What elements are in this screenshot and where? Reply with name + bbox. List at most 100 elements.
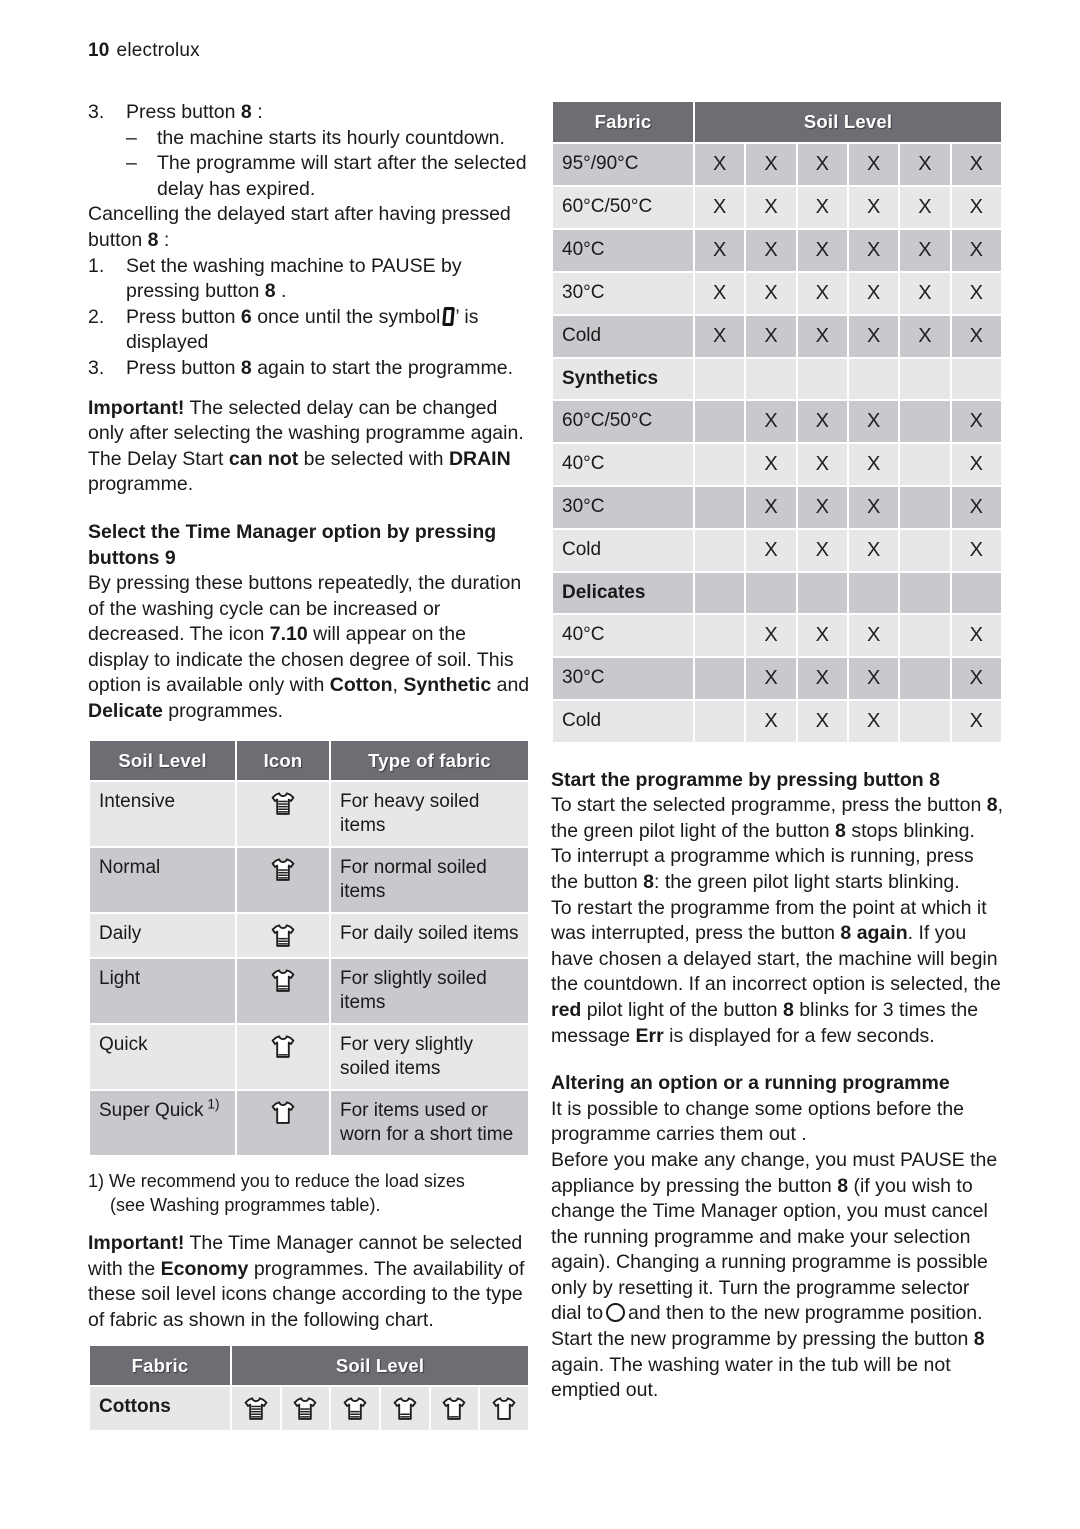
cell-fabric-group: Delicates: [553, 572, 693, 613]
step-3-sub-2-text: The programme will start after the selec…: [157, 152, 527, 200]
cell-available-mark: X: [848, 272, 899, 314]
cell-available-mark: X: [951, 315, 1001, 357]
fabric-sep: ,: [392, 674, 398, 697]
start-text-1c: stops blinking.: [851, 819, 975, 842]
cell-fabric-name: Cottons: [90, 1387, 230, 1431]
table-row: Cold X X X X: [553, 529, 1001, 571]
soil-level-table-wrapper: Soil Level Icon Type of fabric Intensive…: [88, 739, 530, 1158]
cell-available-mark: X: [848, 657, 899, 699]
cell-available-mark: X: [746, 272, 796, 314]
cell-available-mark: X: [900, 315, 950, 357]
cell-available-mark: X: [848, 486, 899, 528]
page-number: 10: [88, 40, 110, 61]
soil-availability-matrix-body: 95°/90°C X X X X X X 60°C/50°C X X X X X X 40°C X X X X X X 3…: [553, 143, 1001, 742]
cell-available-mark: X: [951, 657, 1001, 699]
time-manager-heading: Select the Time Manager option by pressi…: [88, 520, 497, 569]
cell-available-mark: X: [951, 529, 1001, 571]
cell-empty: [848, 358, 899, 399]
cancel-step-2-marker: 2.: [88, 305, 105, 328]
cancel-step-3: 3. Press button 8 again to start the pro…: [88, 356, 530, 382]
cell-fabric-group: Synthetics: [553, 358, 693, 399]
table-row: Daily For daily soiled items: [90, 914, 528, 958]
cell-temperature: 60°C/50°C: [553, 400, 693, 442]
cell-available-mark: X: [797, 143, 847, 185]
table-row: Intensive For heavy soiled items: [90, 782, 528, 847]
cell-available-mark: X: [746, 400, 796, 442]
cell-available-mark: X: [746, 229, 796, 271]
cell-available-mark: X: [951, 143, 1001, 185]
x-mark: X: [969, 324, 983, 347]
table-row: Quick For very slightly soiled items: [90, 1025, 528, 1090]
cell-available-mark: X: [746, 143, 796, 185]
alter-text-2d: again. The washing water in the tub will…: [551, 1353, 951, 1402]
x-mark: X: [866, 152, 881, 175]
x-mark: X: [815, 324, 829, 347]
cell-empty: [797, 358, 847, 399]
cell-empty: [900, 529, 950, 571]
cell-available-mark: X: [797, 315, 847, 357]
start-programme-heading: Start the programme by pressing button 8: [551, 768, 940, 791]
cell-available-mark: X: [848, 186, 899, 228]
start-button-ref-1: 8: [986, 794, 998, 817]
cell-available-mark: X: [848, 700, 899, 742]
cell-temperature: Cold: [553, 700, 693, 742]
error-message-label: Err: [635, 1024, 664, 1047]
col-header-icon: Icon: [237, 740, 329, 781]
cell-type-of-fabric: For slightly soiled items: [331, 959, 528, 1024]
x-mark: X: [815, 666, 829, 689]
x-mark: X: [815, 409, 829, 432]
x-mark: X: [764, 495, 778, 518]
alter-button-ref-2: 8: [973, 1328, 985, 1351]
cell-icon: [237, 782, 329, 847]
cancel-step-2-mid: once until the symbol: [257, 305, 441, 328]
cell-available-mark: X: [797, 400, 847, 442]
cell-empty: [695, 614, 745, 656]
cell-available-mark: X: [848, 315, 899, 357]
cancel-step-3-tail: again to start the programme.: [257, 356, 513, 379]
start-button-ref-4: 8: [840, 922, 852, 945]
tshirt-soil-level-icon: [270, 922, 296, 949]
cell-available-mark: X: [746, 486, 796, 528]
cell-available-mark: X: [951, 614, 1001, 656]
x-mark: X: [764, 152, 778, 175]
digital-zero-symbol-icon: [442, 306, 456, 326]
x-mark: X: [969, 409, 983, 432]
cell-temperature: 30°C: [553, 657, 693, 699]
important-label-2: Important!: [88, 1232, 185, 1255]
x-mark: X: [969, 666, 983, 689]
step-3: 3. Press button 8 :: [88, 100, 530, 126]
x-mark: X: [815, 495, 829, 518]
cancel-delay-colon: :: [163, 228, 170, 251]
altering-paragraph-2: Before you make any change, you must PAU…: [551, 1148, 1003, 1404]
x-mark: X: [764, 666, 778, 689]
x-mark: X: [866, 324, 881, 347]
cell-available-mark: X: [797, 229, 847, 271]
x-mark: X: [969, 709, 983, 732]
tshirt-soil-level-icon: [270, 790, 296, 817]
tshirt-soil-level-icon: [441, 1395, 467, 1422]
start-text-2b: : the green pilot light starts blinking.: [654, 870, 960, 893]
x-mark: X: [815, 281, 829, 304]
table-row: Light For slightly soiled items: [90, 959, 528, 1024]
altering-paragraph-1: It is possible to change some options be…: [551, 1097, 965, 1146]
cell-available-mark: X: [746, 443, 796, 485]
cell-icon: [237, 1091, 329, 1156]
cell-available-mark: X: [746, 186, 796, 228]
col-header-fabric: Fabric: [90, 1345, 230, 1386]
footnote-marker: 1): [88, 1171, 105, 1192]
cell-temperature: 30°C: [553, 486, 693, 528]
tshirt-soil-level-icon: [270, 967, 296, 994]
x-mark: X: [969, 538, 983, 561]
table-header-row: Soil Level Icon Type of fabric: [90, 740, 528, 781]
cell-available-mark: X: [900, 229, 950, 271]
cell-soil-level: Light: [90, 959, 235, 1024]
cell-available-mark: X: [695, 315, 745, 357]
cell-soil-level: Quick: [90, 1025, 235, 1090]
tshirt-soil-level-icon: [292, 1395, 318, 1422]
x-mark: X: [764, 409, 778, 432]
cell-empty: [746, 572, 796, 613]
cell-available-mark: X: [951, 700, 1001, 742]
cell-available-mark: X: [797, 614, 847, 656]
